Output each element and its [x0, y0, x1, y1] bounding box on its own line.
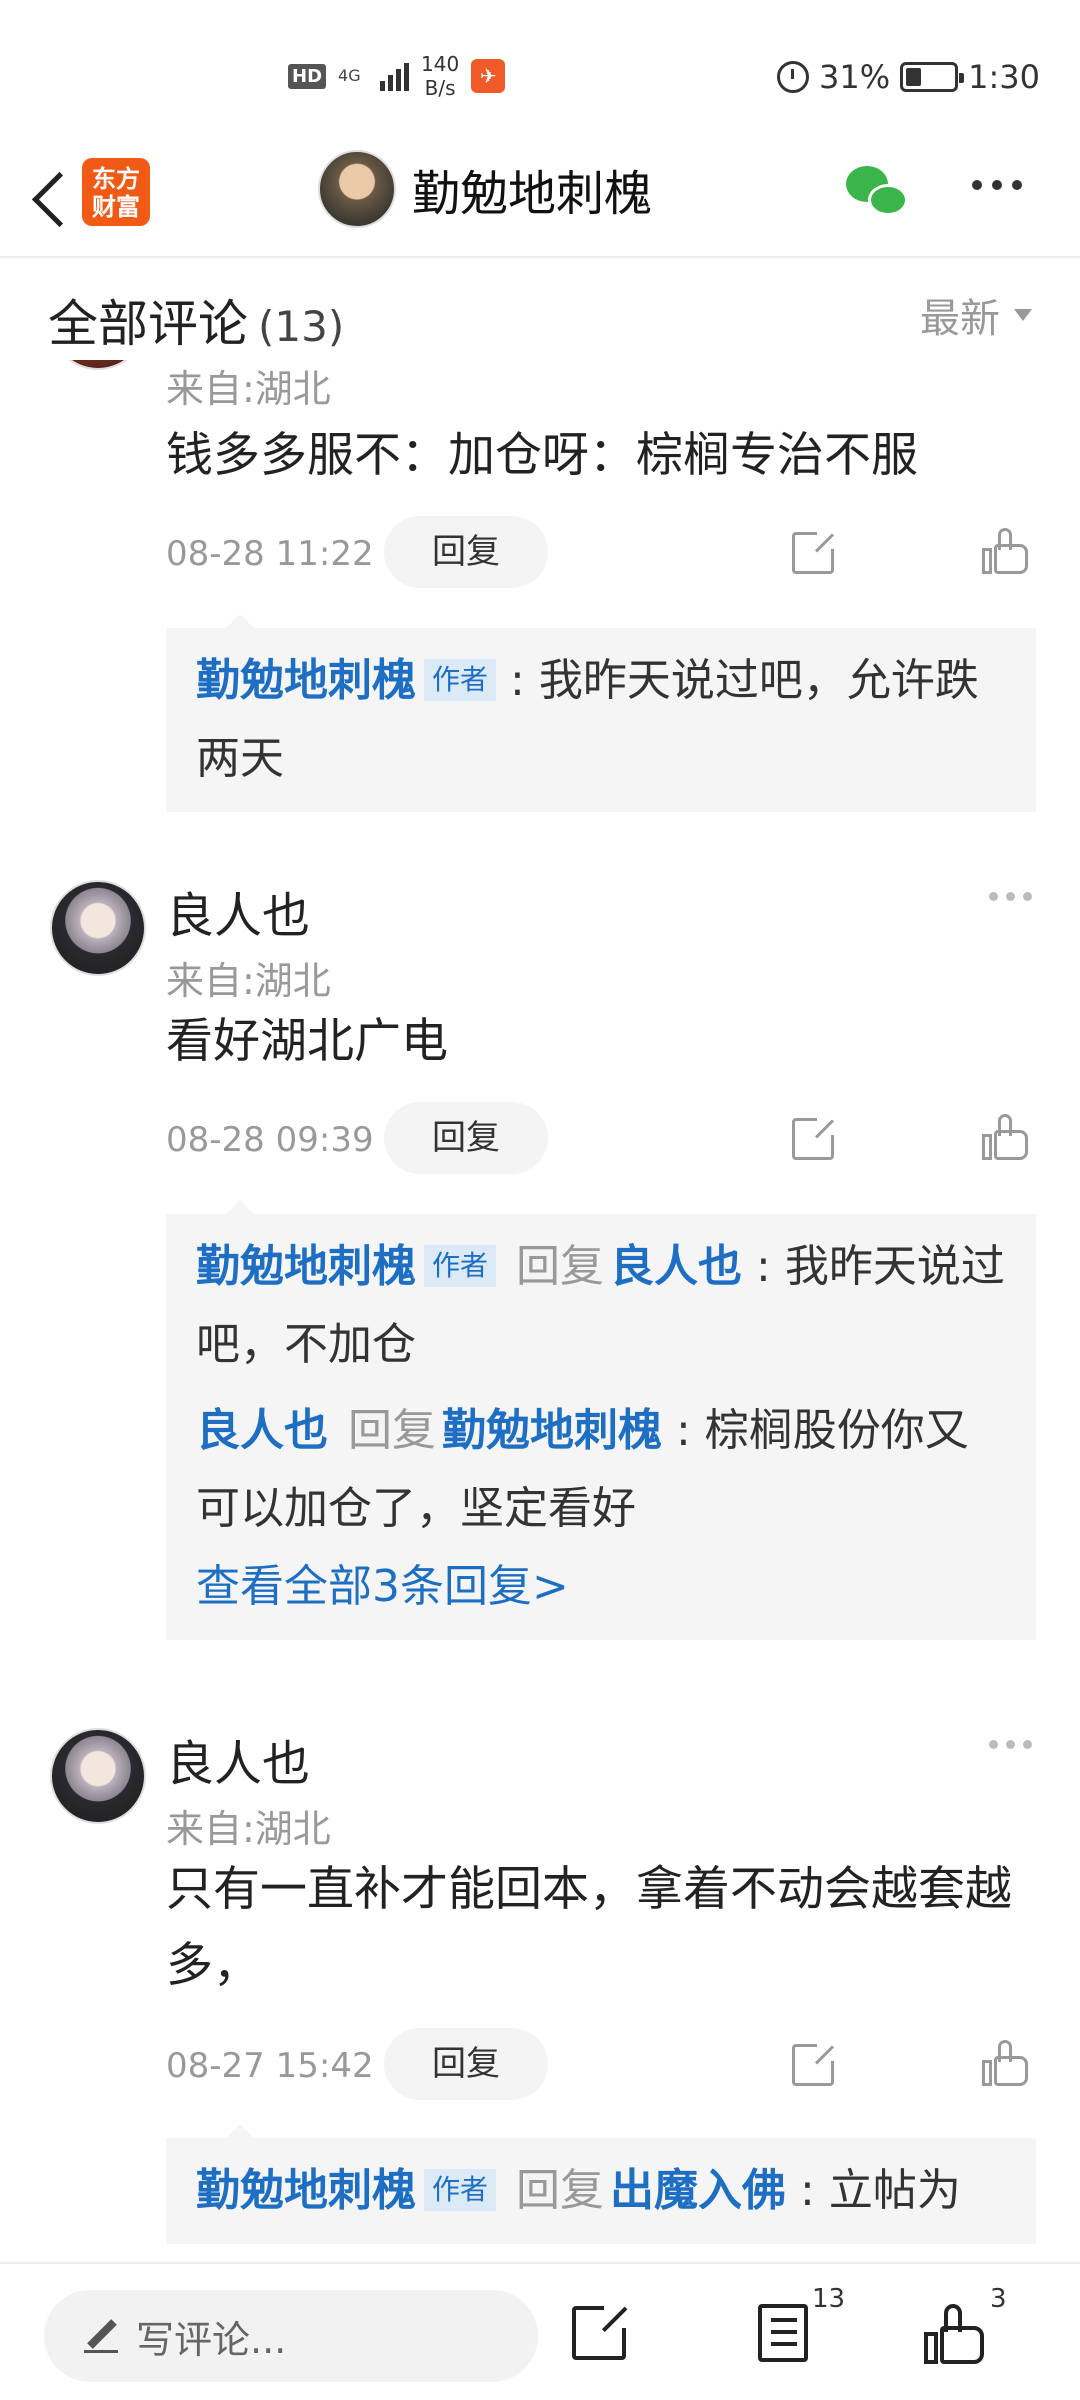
caret-down-icon: [1014, 309, 1032, 321]
comment-location: 来自:湖北: [166, 367, 331, 411]
bottom-action-bar: 写评论... 13 3: [0, 2262, 1080, 2400]
reply-text: : 立帖为: [800, 2165, 961, 2216]
reply-line[interactable]: 良人也 回复 勤勉地刺槐 : 棕榈股份你又可以加仓了，坚定看好: [196, 1392, 1006, 1548]
status-bar: HD 4G 140 B/s ✈ 31% 1:30: [0, 0, 1080, 140]
comment-actions: 08-28 09:39 回复: [166, 1102, 1046, 1174]
top-nav: 东方财富 勤勉地刺槐: [0, 140, 1080, 258]
reply-target[interactable]: 良人也: [610, 1241, 742, 1292]
avatar[interactable]: [50, 1728, 146, 1824]
header-user[interactable]: 勤勉地刺槐: [318, 150, 652, 228]
comment-input-placeholder: 写评论...: [136, 2317, 287, 2362]
comments-header: 全部评论 (13) 最新: [0, 260, 1080, 360]
comments-count: (13): [258, 302, 345, 351]
comment-actions: 08-27 15:42 回复: [166, 2028, 1046, 2100]
reply-author[interactable]: 勤勉地刺槐: [196, 655, 416, 706]
author-tag: 作者: [424, 659, 497, 701]
more-options-icon[interactable]: [972, 180, 1022, 190]
notification-app-icon: ✈: [471, 59, 506, 93]
reply-thread: 勤勉地刺槐 作者 回复 良人也 : 我昨天说过吧，不加仓 良人也 回复 勤勉地刺槐 :…: [166, 1200, 1036, 1640]
comment-author[interactable]: 良人也: [166, 1724, 310, 1794]
reply-word: 回复: [348, 1405, 436, 1456]
comments-title: 全部评论 (13): [48, 284, 344, 356]
reply-button[interactable]: 回复: [384, 2028, 548, 2100]
more-options-icon[interactable]: [989, 892, 1032, 901]
like-button[interactable]: [924, 2304, 984, 2364]
avatar[interactable]: [318, 150, 396, 228]
network-speed: 140 B/s: [421, 52, 459, 100]
reply-author[interactable]: 勤勉地刺槐: [196, 1241, 416, 1292]
reply-word: 回复: [516, 1241, 605, 1292]
status-right: 31% 1:30: [777, 58, 1040, 96]
like-icon[interactable]: [982, 1114, 1028, 1160]
status-left: HD 4G 140 B/s ✈: [288, 52, 506, 100]
network-type: 4G: [338, 66, 361, 85]
like-count-badge: 3: [990, 2284, 1007, 2314]
like-icon[interactable]: [982, 528, 1028, 574]
share-button[interactable]: [572, 2302, 630, 2360]
reply-author[interactable]: 勤勉地刺槐: [196, 2165, 416, 2216]
comment-actions: 08-28 11:22 回复: [166, 516, 1046, 588]
share-icon[interactable]: [792, 529, 837, 574]
comment-time: 08-27 15:42: [166, 2046, 374, 2086]
sort-dropdown[interactable]: 最新: [920, 286, 1032, 344]
view-all-replies-link[interactable]: 查看全部3条回复>: [196, 1548, 1006, 1626]
signal-icon: [380, 61, 410, 91]
author-tag: 作者: [424, 2169, 497, 2211]
app-logo[interactable]: 东方财富: [82, 158, 150, 226]
comments-button[interactable]: [758, 2304, 808, 2362]
back-button[interactable]: [22, 162, 82, 236]
comment-text: 看好湖北广电: [166, 1014, 448, 1069]
sort-label: 最新: [920, 296, 1000, 342]
comment-author[interactable]: 良人也: [166, 876, 310, 946]
reply-target[interactable]: 勤勉地刺槐: [442, 1405, 662, 1456]
reply-button[interactable]: 回复: [384, 1102, 548, 1174]
comment-location: 来自:湖北: [166, 1807, 331, 1851]
pencil-icon: [84, 2319, 118, 2353]
comments-count-badge: 13: [812, 2284, 846, 2314]
comment-text: 钱多多服不：加仓呀：棕榈专治不服: [166, 428, 918, 483]
speed-unit: B/s: [424, 76, 456, 100]
hd-badge: HD: [288, 63, 327, 89]
reply-author[interactable]: 良人也: [196, 1405, 328, 1456]
reply-target[interactable]: 出魔入佛: [610, 2165, 786, 2216]
avatar[interactable]: [50, 880, 146, 976]
comment-time: 08-28 09:39: [166, 1120, 374, 1160]
reply-line[interactable]: 勤勉地刺槐 作者 回复 良人也 : 我昨天说过吧，不加仓: [196, 1228, 1006, 1384]
more-options-icon[interactable]: [989, 1740, 1032, 1749]
like-icon[interactable]: [982, 2040, 1028, 2086]
comment-time: 08-28 11:22: [166, 534, 374, 574]
share-icon[interactable]: [792, 1115, 837, 1160]
wechat-share-icon[interactable]: [846, 166, 910, 222]
comments-list[interactable]: 来自:湖北 钱多多服不：加仓呀：棕榈专治不服 08-28 11:22 回复 勤勉…: [0, 330, 1080, 2260]
comment-text: 只有一直补才能回本，拿着不动会越套越多，: [166, 1862, 1012, 1993]
comments-title-text: 全部评论: [48, 295, 248, 353]
comment-location: 来自:湖北: [166, 959, 331, 1003]
page-title: 勤勉地刺槐: [412, 166, 653, 222]
share-icon[interactable]: [792, 2041, 837, 2086]
alarm-icon: [777, 61, 810, 93]
speed-value: 140: [421, 52, 460, 76]
author-tag: 作者: [424, 1245, 497, 1287]
reply-word: 回复: [516, 2165, 605, 2216]
reply-line[interactable]: 勤勉地刺槐 作者 : 我昨天说过吧，允许跌两天: [196, 642, 1006, 798]
clock: 1:30: [968, 58, 1040, 96]
battery-icon: [900, 62, 965, 92]
reply-line[interactable]: 勤勉地刺槐 作者 回复 出魔入佛 : 立帖为: [196, 2152, 1006, 2230]
comment-input[interactable]: 写评论...: [44, 2290, 538, 2382]
reply-thread: 勤勉地刺槐 作者 回复 出魔入佛 : 立帖为: [166, 2124, 1036, 2244]
battery-percent: 31%: [819, 58, 891, 96]
reply-button[interactable]: 回复: [384, 516, 548, 588]
reply-thread: 勤勉地刺槐 作者 : 我昨天说过吧，允许跌两天: [166, 614, 1036, 812]
